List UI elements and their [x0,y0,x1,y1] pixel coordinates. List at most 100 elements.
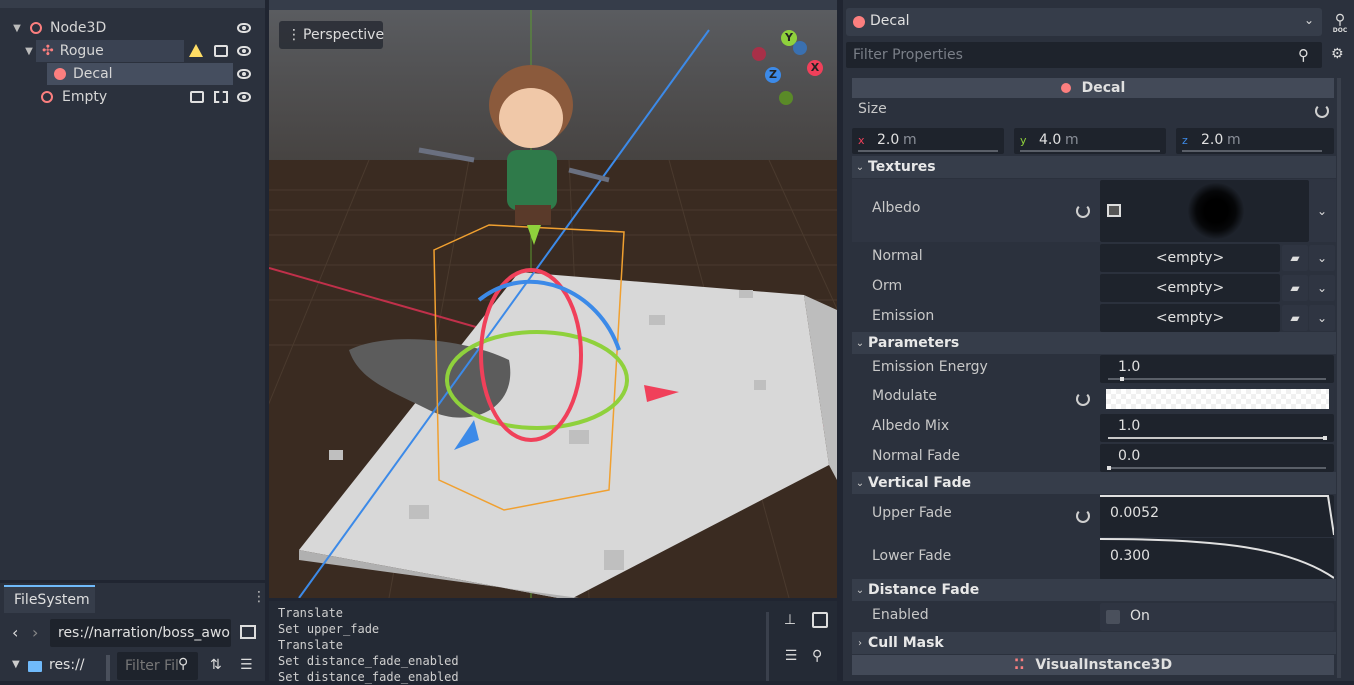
sort-icon[interactable]: ⇅ [210,657,222,673]
section-distance-fade[interactable]: ⌄ Distance Fade [852,579,1336,601]
split-view-icon[interactable] [240,625,256,639]
copy-log-icon[interactable] [812,612,828,628]
size-x-unit: m [903,132,917,148]
tree-item-node3d[interactable]: ▼ Node3D [0,17,265,39]
perspective-menu-button[interactable]: ⋮ Perspective [279,21,384,49]
slider-grabber[interactable] [1120,377,1124,381]
tab-filesystem[interactable]: FileSystem [4,585,95,613]
slider-grabber[interactable] [1107,466,1111,470]
chevron-down-icon: ⌄ [855,337,865,349]
tree-item-decal[interactable]: Decal [0,63,265,85]
size-x-value: 2.0 [877,132,900,148]
search-log-icon[interactable]: ⚲ [812,648,830,666]
emission-texture-slot[interactable]: <empty> [1100,304,1280,332]
section-vertical-fade[interactable]: ⌄ Vertical Fade [852,472,1336,494]
dock-menu-icon[interactable]: ⋮ [252,589,266,605]
size-y-slider[interactable] [1020,150,1160,152]
collapse-arrow-icon[interactable]: ▼ [22,46,36,57]
node3d-scene-icon: ✣ [42,43,54,59]
clear-log-icon[interactable]: ⊥ [780,612,800,632]
header-title: VisualInstance3D [1035,657,1173,673]
checkbox-box [1106,610,1120,624]
filesystem-dock: FileSystem ⋮ ‹ › res://narration/boss_aw… [0,583,266,681]
axis-neg-y-icon[interactable] [779,91,793,105]
chevron-down-icon[interactable]: ⌄ [1309,180,1335,242]
log-scrollbar[interactable] [766,612,769,681]
orm-texture-slot[interactable]: <empty> [1100,274,1280,302]
search-icon: ⚲ [1298,46,1309,64]
chevron-down-icon[interactable]: ⌄ [1309,305,1335,331]
path-field[interactable]: res://narration/boss_awo [50,619,231,647]
node3d-icon [30,22,42,34]
lower-fade-label: Lower Fade [872,548,952,564]
visibility-eye-icon[interactable] [237,23,251,33]
collapse-arrow-icon[interactable]: ▼ [10,23,24,34]
chevron-down-icon[interactable]: ⌄ [1309,275,1335,301]
filter-properties-input[interactable]: Filter Properties [846,42,1322,68]
normal-texture-slot[interactable]: <empty> [1100,244,1280,272]
visibility-eye-icon[interactable] [237,92,251,102]
axis-neg-x-icon[interactable] [752,47,766,61]
settings-tools-icon[interactable]: ⚙ [1331,46,1344,62]
doc-button[interactable]: ⚲ DOC [1330,12,1350,34]
slider-grabber[interactable] [1323,436,1327,440]
filter-log-icon[interactable]: ☰ [782,648,800,664]
tree-item-empty[interactable]: Empty [0,86,265,108]
forward-arrow-icon[interactable]: › [32,623,38,642]
emission-label: Emission [872,308,935,324]
node3d-icon [41,91,53,103]
chevron-down-icon: ⌄ [1304,13,1315,27]
enabled-checkbox[interactable]: On [1100,603,1334,631]
folder-open-icon[interactable]: ▰ [1282,305,1308,331]
lower-fade-value: 0.300 [1110,548,1151,564]
inspector-header: Decal [852,78,1334,98]
albedo-mix-slider[interactable] [1108,437,1326,439]
size-z-slider[interactable] [1182,150,1322,152]
3d-viewport[interactable]: Y X Z [269,10,837,598]
decal-icon [853,16,865,28]
object-selector[interactable]: Decal ⌄ [846,8,1322,36]
expand-arrow-icon[interactable]: ▼ [12,659,20,670]
visibility-eye-icon[interactable] [237,46,251,56]
visualinstance3d-icon: ⁚⁚ [1013,657,1025,673]
visualinstance3d-header[interactable]: ⁚⁚ VisualInstance3D [852,655,1334,675]
tree-item-rogue[interactable]: ▼ ✣ Rogue [0,40,265,62]
axis-neg-z-icon[interactable] [793,41,807,55]
section-title: Distance Fade [868,582,980,598]
visibility-eye-icon[interactable] [237,69,251,79]
folder-open-icon[interactable]: ▰ [1282,275,1308,301]
revert-icon[interactable] [1315,104,1329,118]
section-textures[interactable]: ⌄ Textures [852,156,1336,178]
back-arrow-icon[interactable]: ‹ [12,623,18,642]
doc-label: DOC [1332,27,1348,34]
axis-z-icon[interactable]: Z [765,67,781,83]
section-parameters[interactable]: ⌄ Parameters [852,332,1336,354]
revert-icon[interactable] [1076,204,1090,218]
chevron-down-icon: ⌄ [855,161,865,173]
inspector-scrollbar[interactable] [1337,78,1341,678]
modulate-color-picker[interactable] [1106,389,1329,409]
group-icon[interactable] [214,91,228,103]
undo-history-log[interactable]: Translate Set upper_fade Translate Set d… [269,601,837,684]
search-help-icon: ⚲ [1334,12,1346,28]
section-cull-mask[interactable]: › Cull Mask [852,632,1336,654]
emission-energy-slider[interactable] [1108,378,1326,380]
splitter[interactable] [106,655,110,681]
emission-energy-label: Emission Energy [872,359,988,375]
normal-fade-slider[interactable] [1108,467,1326,469]
warning-icon[interactable] [189,44,203,57]
tree-item-label: Empty [62,89,108,105]
orientation-gizmo[interactable]: Y X Z [747,30,832,108]
albedo-label: Albedo [872,200,921,216]
revert-icon[interactable] [1076,509,1090,523]
scene-dock: ▼ Node3D ▼ ✣ Rogue Decal Empty [0,0,265,580]
size-x-slider[interactable] [858,150,998,152]
list-view-icon[interactable]: ☰ [240,657,253,673]
chevron-down-icon[interactable]: ⌄ [1309,245,1335,271]
emission-energy-value: 1.0 [1118,359,1141,375]
folder-open-icon[interactable]: ▰ [1282,245,1308,271]
axis-x-icon[interactable]: X [807,60,823,76]
open-scene-icon[interactable] [214,45,228,57]
revert-icon[interactable] [1076,392,1090,406]
open-scene-icon[interactable] [190,91,204,103]
